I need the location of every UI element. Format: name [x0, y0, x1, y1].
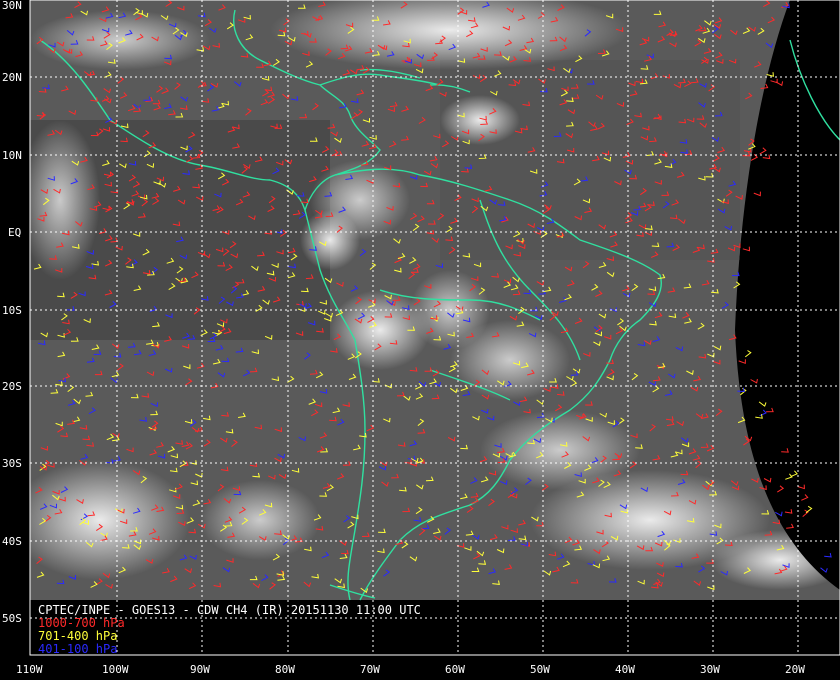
lat-label: 40S — [2, 535, 22, 548]
satellite-map — [0, 0, 840, 680]
lon-label: 60W — [445, 663, 465, 676]
lon-label: 40W — [615, 663, 635, 676]
lat-label: 20S — [2, 380, 22, 393]
lon-label: 100W — [102, 663, 129, 676]
ir-image — [30, 0, 840, 600]
lat-label: 20N — [2, 71, 22, 84]
lat-label: 30N — [2, 0, 22, 12]
lat-label: 50S — [2, 612, 22, 625]
lon-label: 90W — [190, 663, 210, 676]
lon-label: 50W — [530, 663, 550, 676]
lat-label: 30S — [2, 457, 22, 470]
lon-label: 30W — [700, 663, 720, 676]
lon-label: 20W — [785, 663, 805, 676]
lon-label: 80W — [275, 663, 295, 676]
lon-label: 110W — [16, 663, 43, 676]
lat-label: 10S — [2, 304, 22, 317]
legend-high-level: 401-100 hPa — [38, 642, 118, 656]
lat-label: 10N — [2, 149, 22, 162]
lat-label: EQ — [8, 226, 22, 239]
map-caption: CPTEC/INPE - GOES13 - CDW CH4 (IR) 20151… — [38, 604, 421, 656]
lon-label: 70W — [360, 663, 380, 676]
